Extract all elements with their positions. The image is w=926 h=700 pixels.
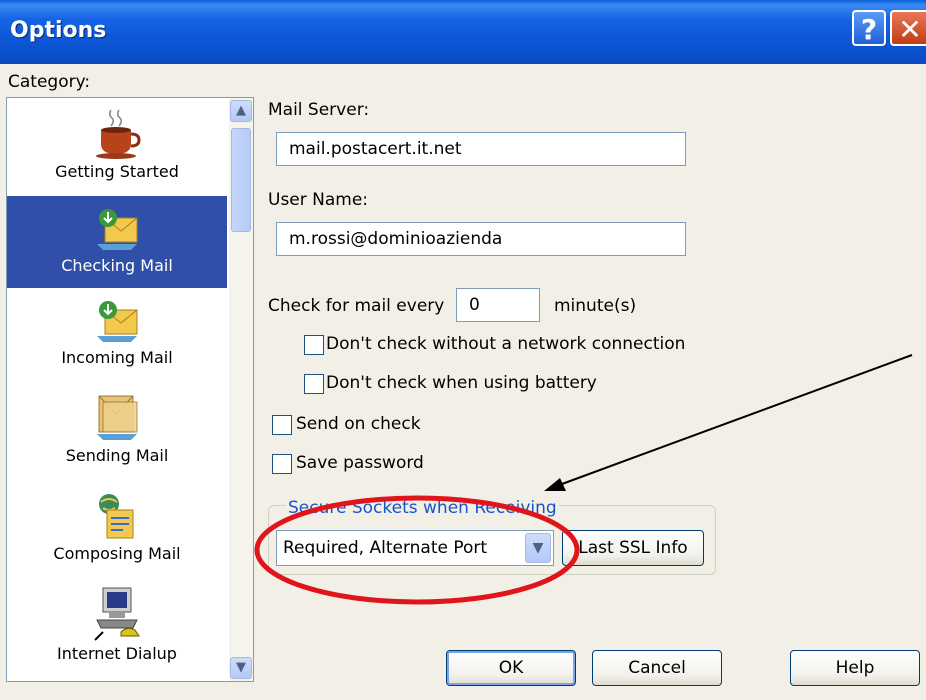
- minutes-label: minute(s): [554, 296, 637, 316]
- battery-label: Don't check when using battery: [326, 373, 597, 393]
- sending-mail-icon: [97, 395, 138, 440]
- close-icon: ✕: [898, 13, 922, 46]
- help-title-button[interactable]: ?: [852, 10, 886, 46]
- no-network-label: Don't check without a network connection: [326, 334, 686, 354]
- pointer-arrow: [561, 354, 913, 485]
- help-icon: ?: [860, 13, 878, 46]
- send-on-check-label: Send on check: [296, 414, 421, 434]
- chevron-down-icon[interactable]: ▼: [525, 533, 551, 563]
- options-dialog: Options ? ✕ Category: Getting Started Ch…: [0, 0, 926, 700]
- mail-server-input[interactable]: mail.postacert.it.net: [276, 132, 686, 166]
- category-label-text: Internet Dialup: [57, 644, 177, 663]
- ok-button[interactable]: OK: [446, 650, 576, 686]
- arrow-head-icon: [544, 478, 566, 491]
- ssl-selected-value: Required, Alternate Port: [283, 538, 488, 558]
- dialup-computer-icon: [94, 587, 140, 641]
- user-name-label: User Name:: [268, 190, 369, 210]
- save-password-label: Save password: [296, 453, 424, 473]
- check-every-label: Check for mail every: [268, 296, 445, 316]
- ssl-group-legend: Secure Sockets when Receiving: [286, 498, 559, 518]
- incoming-mail-icon: [97, 301, 138, 342]
- scroll-up-icon[interactable]: ▲: [230, 100, 252, 122]
- cancel-button[interactable]: Cancel: [592, 650, 722, 686]
- category-incoming-mail[interactable]: Incoming Mail: [7, 296, 227, 386]
- ssl-mode-select[interactable]: Required, Alternate Port ▼: [276, 530, 554, 566]
- mail-server-label: Mail Server:: [268, 100, 370, 120]
- title-bar[interactable]: Options ? ✕: [0, 0, 926, 64]
- category-sending-mail[interactable]: Sending Mail: [7, 392, 227, 482]
- category-label-text: Checking Mail: [61, 256, 173, 275]
- battery-checkbox[interactable]: [304, 374, 324, 394]
- category-getting-started[interactable]: Getting Started: [7, 108, 227, 198]
- close-button[interactable]: ✕: [890, 10, 926, 46]
- category-label-text: Incoming Mail: [61, 348, 173, 367]
- no-network-checkbox[interactable]: [304, 335, 324, 355]
- category-label: Category:: [8, 72, 91, 92]
- check-interval-input[interactable]: 0: [456, 288, 540, 322]
- category-composing-mail[interactable]: Composing Mail: [7, 490, 227, 580]
- category-list[interactable]: Getting Started Checking Mail Incoming M: [6, 97, 254, 682]
- scroll-down-icon[interactable]: ▼: [230, 657, 252, 679]
- check-mail-icon: [97, 209, 138, 250]
- dialog-title: Options: [10, 18, 107, 43]
- category-scrollbar[interactable]: ▲ ▼: [229, 98, 253, 681]
- category-checking-mail[interactable]: Checking Mail: [7, 196, 227, 288]
- category-internet-dialup[interactable]: Internet Dialup: [7, 586, 227, 678]
- user-name-input[interactable]: m.rossi@dominioazienda: [276, 222, 686, 256]
- category-label-text: Getting Started: [55, 162, 179, 181]
- last-ssl-info-button[interactable]: Last SSL Info: [562, 530, 704, 566]
- category-label-text: Sending Mail: [65, 446, 169, 465]
- help-button[interactable]: Help: [790, 650, 920, 686]
- category-label-text: Composing Mail: [53, 544, 181, 563]
- send-on-check-checkbox[interactable]: [272, 415, 292, 435]
- composing-mail-icon: [99, 494, 134, 539]
- coffee-cup-icon: [96, 109, 141, 159]
- scroll-thumb[interactable]: [231, 128, 251, 232]
- save-password-checkbox[interactable]: [272, 454, 292, 474]
